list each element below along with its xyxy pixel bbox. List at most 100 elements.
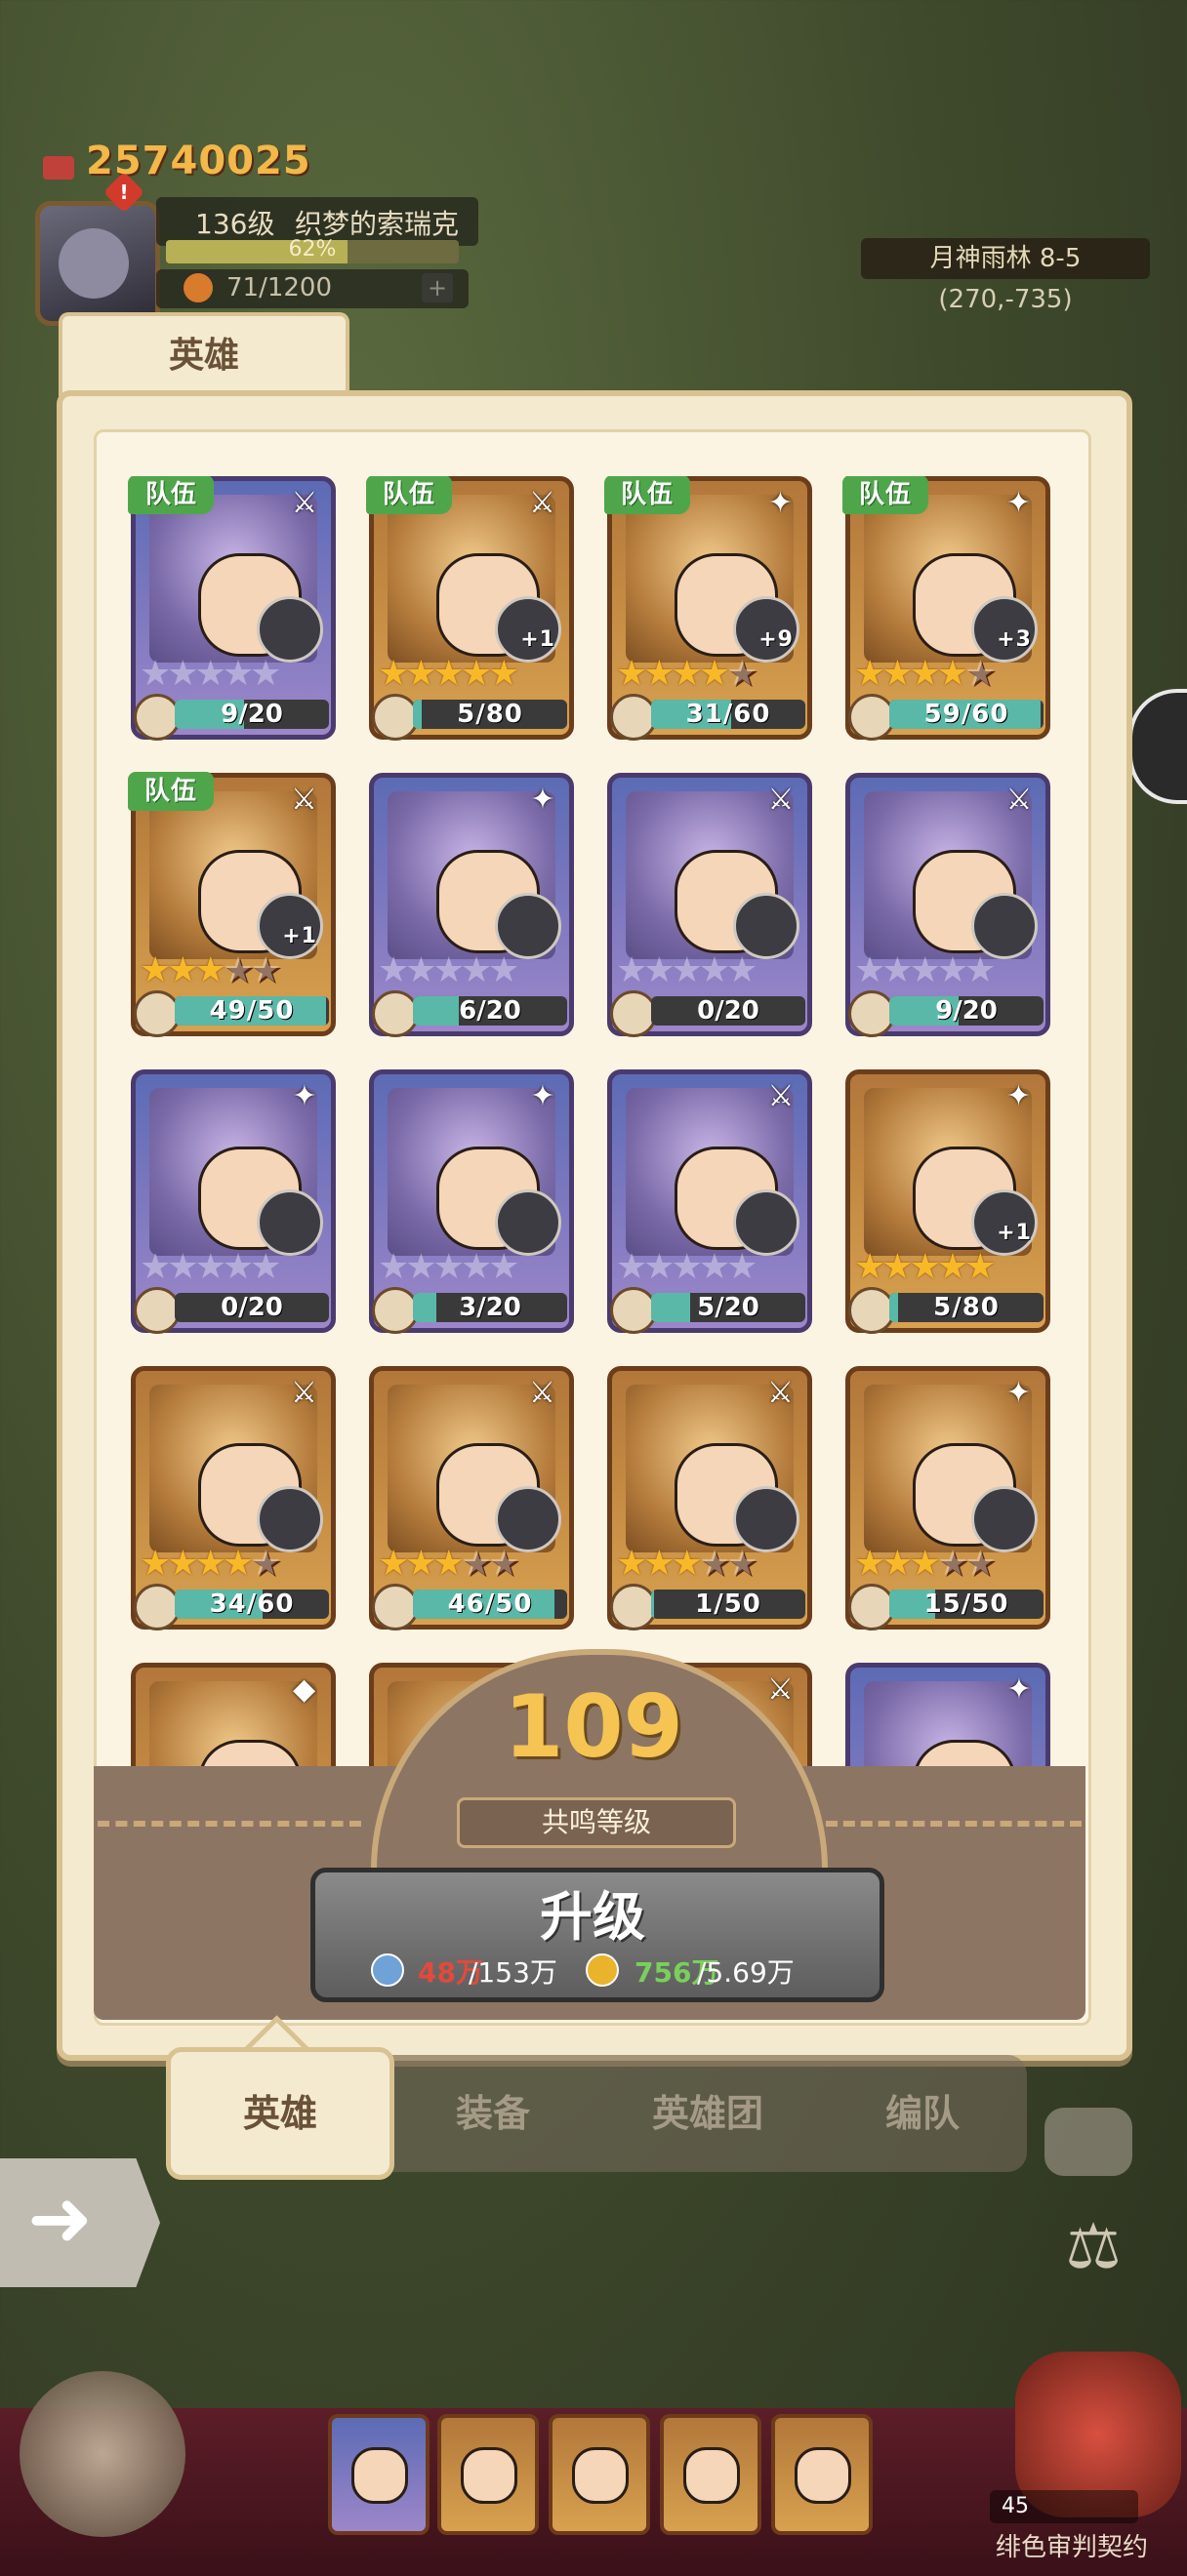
- star-filled-icon: ★: [222, 1544, 254, 1584]
- star-empty-icon: ★: [909, 950, 941, 990]
- class-icon: ✦: [530, 1079, 555, 1113]
- class-icon: ⚔: [291, 1376, 318, 1410]
- star-filled-icon: ★: [616, 654, 647, 694]
- element-icon: [372, 1287, 419, 1334]
- hero-card[interactable]: ⚔ ★★★★★ 34/60: [131, 1366, 336, 1630]
- shard-progress-text: 6/20: [459, 996, 521, 1026]
- hero-card[interactable]: ⚔ ★★★★★ 0/20: [607, 773, 812, 1037]
- star-rating: ★★★★★: [378, 1248, 573, 1287]
- hero-card[interactable]: ✦: [845, 1663, 1050, 1766]
- class-icon: ⚔: [767, 1079, 795, 1113]
- hero-card[interactable]: ✦ ★★★★★ 0/20: [131, 1069, 336, 1334]
- class-icon: ⚔: [291, 486, 318, 520]
- team-badge: 队伍: [842, 476, 928, 514]
- map-name[interactable]: 月神雨林 8-5: [861, 238, 1150, 279]
- team-slot[interactable]: [660, 2414, 761, 2535]
- class-icon: ⚔: [291, 783, 318, 817]
- star-filled-icon: ★: [671, 1544, 703, 1584]
- star-empty-icon: ★: [671, 950, 703, 990]
- star-empty-icon: ★: [698, 1247, 730, 1287]
- star-filled-icon: ★: [194, 1544, 226, 1584]
- exp-percent: 62%: [288, 237, 337, 262]
- back-button[interactable]: ➜: [0, 2158, 160, 2287]
- star-filled-icon: ★: [964, 1247, 996, 1287]
- shard-progress-text: 9/20: [221, 700, 283, 729]
- hero-card[interactable]: ✦ 队伍 +3 ★★★★★ 59/60: [842, 476, 1050, 741]
- hero-card[interactable]: ⚔ ★★★★★ 5/20: [607, 1069, 812, 1334]
- shard-progress-text: 9/20: [935, 996, 998, 1026]
- team-slot[interactable]: [328, 2414, 430, 2535]
- star-filled-icon: ★: [854, 1544, 885, 1584]
- team-slot[interactable]: [437, 2414, 539, 2535]
- star-filled-icon: ★: [936, 654, 968, 694]
- star-empty-icon: ★: [140, 654, 171, 694]
- hero-card[interactable]: ⚔ 队伍 +1 ★★★★★ 5/80: [366, 476, 574, 741]
- tab-hero-group[interactable]: 英雄团: [605, 2057, 810, 2170]
- class-icon: ⚔: [529, 486, 556, 520]
- add-stamina-button[interactable]: +: [422, 273, 453, 302]
- element-icon: [610, 1584, 657, 1630]
- hero-card[interactable]: ◆: [131, 1663, 336, 1766]
- team-slot-portrait: [351, 2447, 408, 2504]
- star-filled-icon: ★: [378, 1544, 409, 1584]
- weapon-icon: [257, 596, 323, 663]
- star-empty-icon: ★: [488, 950, 519, 990]
- shard-progress-text: 0/20: [697, 996, 759, 1026]
- star-empty-icon: ★: [488, 1544, 519, 1584]
- weapon-icon: [733, 1486, 799, 1552]
- panel-title-tab: 英雄: [59, 312, 349, 396]
- star-empty-icon: ★: [378, 950, 409, 990]
- hero-card[interactable]: ⚔ ★★★★★ 9/20: [845, 773, 1050, 1037]
- tab-formation[interactable]: 编队: [820, 2057, 1025, 2170]
- class-icon: ◆: [292, 1672, 317, 1707]
- weapon-icon: [733, 1189, 799, 1256]
- hero-card[interactable]: ⚔ 队伍 +1 ★★★★★ 49/50: [128, 772, 336, 1037]
- team-slot[interactable]: [771, 2414, 873, 2535]
- hero-face: [198, 1740, 302, 1766]
- hero-card[interactable]: ⚔ 队伍 ★★★★★ 9/20: [128, 476, 336, 741]
- side-menu-button[interactable]: [1128, 689, 1187, 804]
- star-filled-icon: ★: [909, 654, 941, 694]
- hero-card[interactable]: ✦ +1 ★★★★★ 5/80: [845, 1069, 1050, 1334]
- shard-progress-text: 34/60: [209, 1590, 295, 1619]
- element-icon: [610, 694, 657, 741]
- shard-progress-text: 15/50: [923, 1590, 1009, 1619]
- star-filled-icon: ★: [460, 654, 492, 694]
- tab-heroes[interactable]: 英雄: [166, 2047, 394, 2180]
- star-empty-icon: ★: [643, 950, 675, 990]
- star-rating: ★★★★★: [616, 655, 811, 694]
- star-filled-icon: ★: [854, 654, 885, 694]
- contract-label[interactable]: 绯色审判契约: [996, 2527, 1148, 2563]
- star-empty-icon: ★: [488, 1247, 519, 1287]
- hero-card[interactable]: ✦ ★★★★★ 6/20: [369, 773, 574, 1037]
- class-icon: ✦: [1005, 1376, 1033, 1410]
- hero-card[interactable]: ✦ ★★★★★ 15/50: [845, 1366, 1050, 1630]
- hero-card[interactable]: ⚔ ★★★★★ 46/50: [369, 1366, 574, 1630]
- star-rating: ★★★★★: [140, 1248, 335, 1287]
- star-filled-icon: ★: [854, 1247, 885, 1287]
- star-empty-icon: ★: [250, 950, 281, 990]
- class-icon: ✦: [1006, 1672, 1032, 1707]
- hero-card[interactable]: ✦ ★★★★★ 3/20: [369, 1069, 574, 1334]
- weapon-icon: [495, 1189, 561, 1256]
- hero-card[interactable]: ✦ 队伍 +9 ★★★★★ 31/60: [604, 476, 812, 741]
- bag-icon[interactable]: [1044, 2108, 1132, 2176]
- star-rating: ★★★★★: [854, 1545, 1049, 1584]
- crystal-required: /153万: [469, 1956, 557, 1989]
- divider: [826, 1821, 1082, 1834]
- star-empty-icon: ★: [405, 950, 436, 990]
- team-slot[interactable]: [549, 2414, 650, 2535]
- leader-hero-portrait[interactable]: [20, 2371, 185, 2537]
- star-empty-icon: ★: [167, 654, 198, 694]
- scale-icon[interactable]: ⚖: [1054, 2213, 1132, 2281]
- tab-equipment[interactable]: 装备: [390, 2057, 595, 2170]
- team-slot-portrait: [795, 2447, 851, 2504]
- team-slot-portrait: [683, 2447, 740, 2504]
- shard-progress-text: 49/50: [209, 996, 295, 1026]
- divider: [98, 1821, 361, 1834]
- star-filled-icon: ★: [140, 950, 171, 990]
- hero-card[interactable]: ⚔ ★★★★★ 1/50: [607, 1366, 812, 1630]
- star-rating: ★★★★★: [140, 951, 335, 990]
- star-empty-icon: ★: [726, 1544, 757, 1584]
- class-icon: ✦: [1005, 486, 1033, 520]
